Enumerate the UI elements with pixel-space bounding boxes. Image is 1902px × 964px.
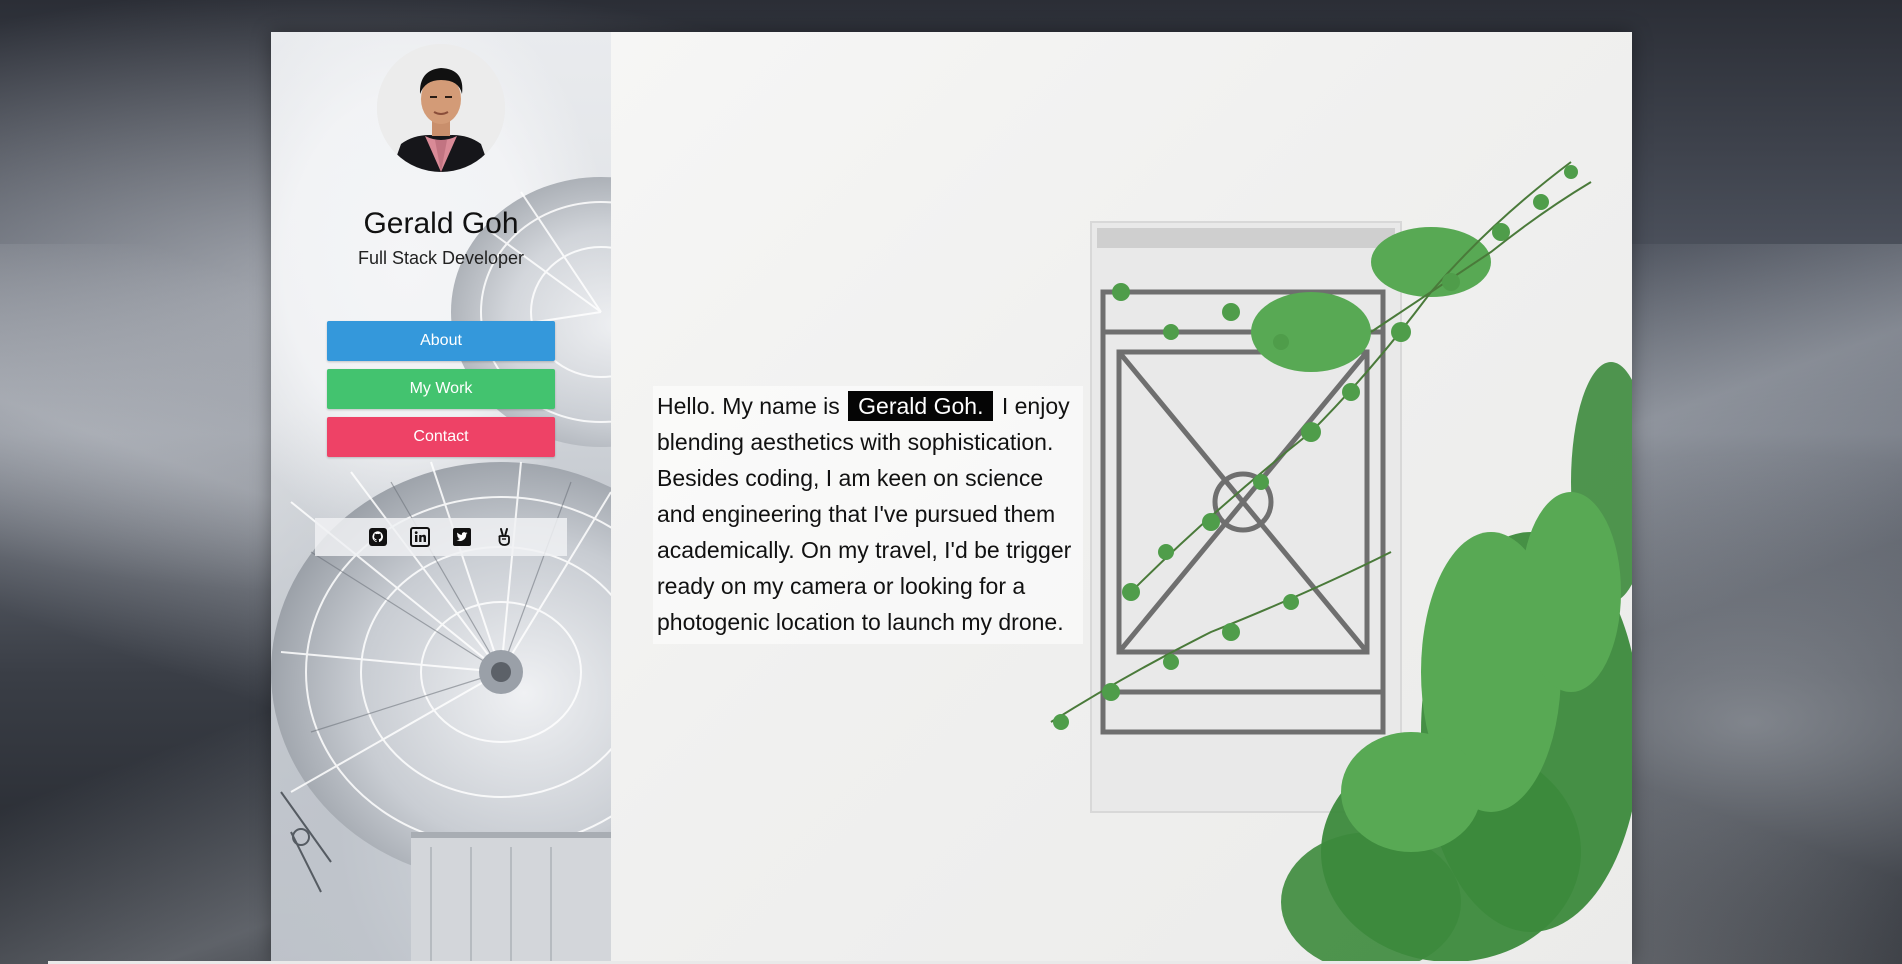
intro-text-before: Hello. My name is	[657, 393, 840, 419]
peace-hand-icon[interactable]	[494, 527, 514, 547]
main-content: Hello. My name is Gerald Goh. I enjoy bl…	[611, 32, 1632, 964]
profile-name: Gerald Goh	[363, 207, 519, 240]
intro-name-highlight: Gerald Goh.	[848, 391, 994, 421]
profile-role: Full Stack Developer	[357, 248, 525, 268]
profile-photo	[377, 44, 505, 172]
my-work-button[interactable]: My Work	[327, 369, 555, 409]
twitter-icon[interactable]	[452, 527, 472, 547]
about-button[interactable]: About	[327, 321, 555, 361]
social-links-bar	[315, 518, 567, 556]
profile-avatar	[377, 44, 505, 172]
intro-text-after: I enjoy blending aesthetics with sophist…	[657, 393, 1072, 635]
contact-button-label: Contact	[413, 428, 469, 445]
linkedin-icon[interactable]	[410, 527, 430, 547]
intro-paragraph: Hello. My name is Gerald Goh. I enjoy bl…	[653, 386, 1083, 644]
my-work-button-label: My Work	[409, 380, 473, 397]
contact-button[interactable]: Contact	[327, 417, 555, 457]
sidebar: Gerald Goh Full Stack Developer About My…	[271, 32, 611, 964]
page-frame: Gerald Goh Full Stack Developer About My…	[271, 32, 1632, 964]
about-button-label: About	[420, 332, 462, 349]
github-icon[interactable]	[368, 527, 388, 547]
